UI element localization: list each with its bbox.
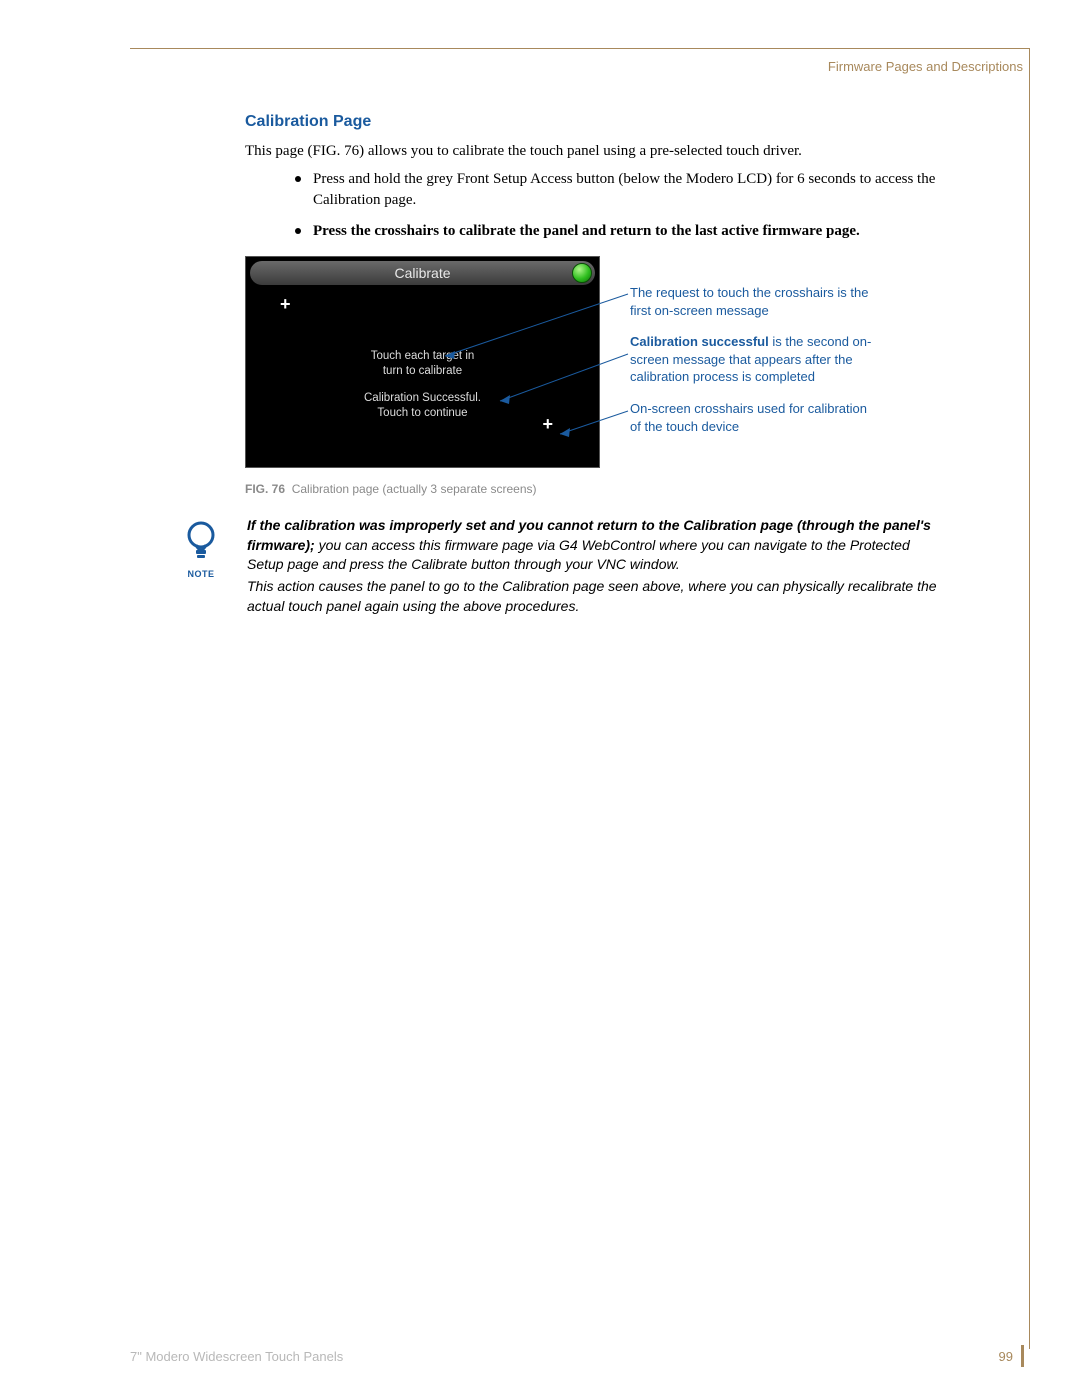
note-para-2: This action causes the panel to go to th… — [247, 577, 949, 616]
crosshair-icon: + — [280, 295, 291, 313]
callout-1: The request to touch the crosshairs is t… — [630, 284, 880, 319]
figure-row: Calibrate + Touch each target in turn to… — [245, 256, 949, 468]
bullet-item: Press the crosshairs to calibrate the pa… — [295, 221, 949, 242]
callout-2: Calibration successful is the second on-… — [630, 333, 880, 386]
note-label: NOTE — [175, 569, 227, 579]
page-number: 99 — [999, 1345, 1024, 1367]
figure-caption: FIG. 76 Calibration page (actually 3 sep… — [245, 482, 949, 496]
screen-title-bar: Calibrate — [250, 261, 595, 285]
msg1-line1: Touch each target in — [371, 350, 475, 362]
figure-callouts: The request to touch the crosshairs is t… — [630, 284, 880, 449]
bullet-text: Press and hold the grey Front Setup Acce… — [313, 171, 935, 208]
crosshair-icon: + — [542, 415, 553, 433]
calibrate-screen: Calibrate + Touch each target in turn to… — [245, 256, 600, 468]
header-breadcrumb: Firmware Pages and Descriptions — [130, 59, 1029, 78]
footer-doc-title: 7" Modero Widescreen Touch Panels — [130, 1349, 343, 1364]
content-area: Calibration Page This page (FIG. 76) all… — [130, 78, 1029, 618]
msg2-line2: Touch to continue — [377, 407, 467, 419]
lightbulb-icon — [184, 520, 218, 562]
bullet-list: Press and hold the grey Front Setup Acce… — [245, 169, 949, 242]
bullet-text: Press the crosshairs to calibrate the pa… — [313, 223, 860, 239]
figure-label: FIG. 76 — [245, 482, 285, 496]
note-block: NOTE If the calibration was improperly s… — [175, 516, 949, 618]
page-frame: Firmware Pages and Descriptions Calibrat… — [130, 48, 1030, 1349]
msg2-line1: Calibration Successful. — [364, 392, 481, 404]
section-title: Calibration Page — [245, 113, 949, 131]
page-footer: 7" Modero Widescreen Touch Panels 99 — [130, 1345, 1030, 1367]
callout-2-bold: Calibration successful — [630, 334, 769, 349]
bullet-item: Press and hold the grey Front Setup Acce… — [295, 169, 949, 211]
status-dot-icon — [572, 263, 592, 283]
figure-caption-text: Calibration page (actually 3 separate sc… — [292, 482, 537, 496]
note-text: If the calibration was improperly set an… — [247, 516, 949, 618]
screen-title: Calibrate — [394, 265, 450, 281]
intro-paragraph: This page (FIG. 76) allows you to calibr… — [245, 141, 949, 161]
screen-message-1: Touch each target in turn to calibrate — [246, 349, 599, 378]
note-para-1: If the calibration was improperly set an… — [247, 516, 949, 575]
callout-3: On-screen crosshairs used for calibratio… — [630, 400, 880, 435]
msg1-line2: turn to calibrate — [383, 365, 462, 377]
note-p1-rest: you can access this firmware page via G4… — [247, 537, 910, 573]
note-icon-wrap: NOTE — [175, 520, 227, 579]
